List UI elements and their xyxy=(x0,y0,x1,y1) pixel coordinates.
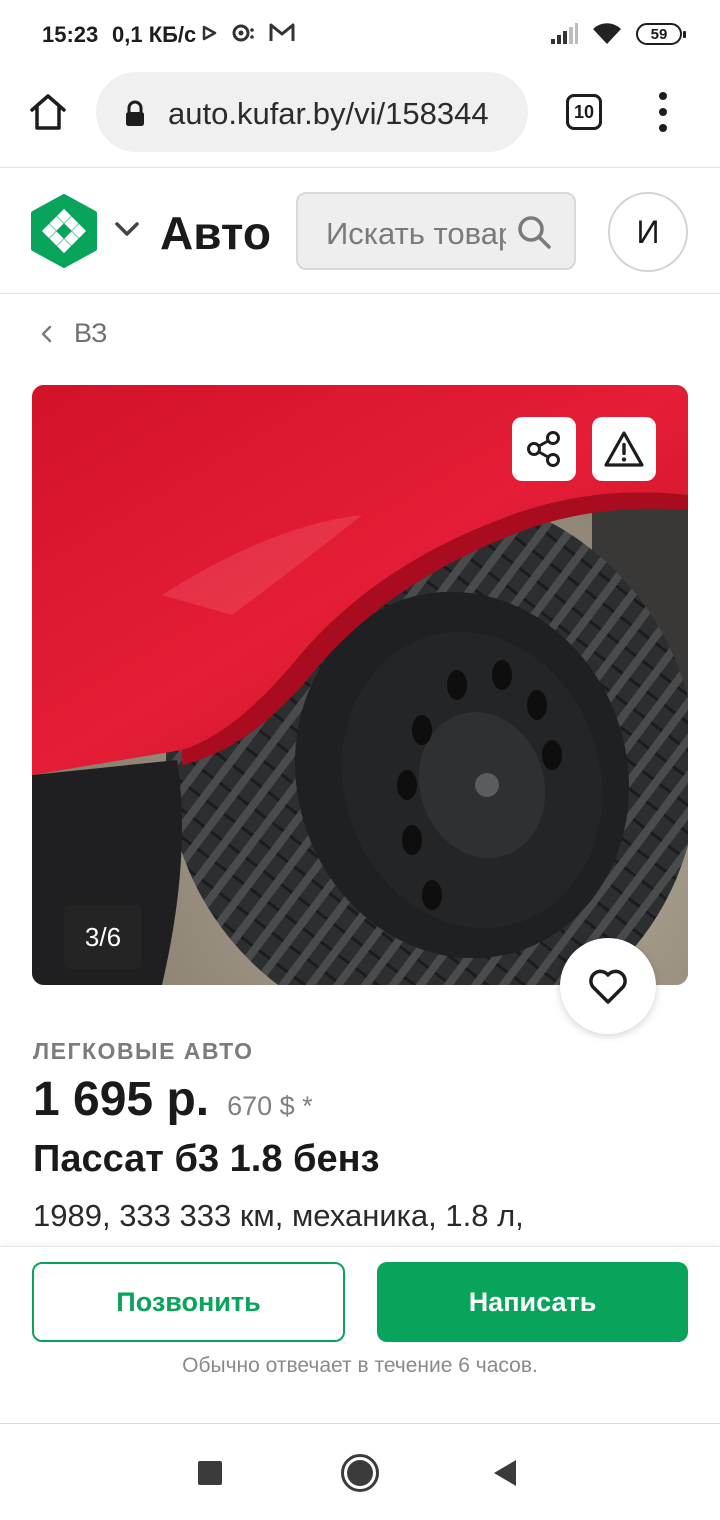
report-button[interactable] xyxy=(592,417,656,481)
status-system-icons: 59 xyxy=(550,22,686,46)
share-icon xyxy=(527,431,560,467)
home-icon[interactable] xyxy=(26,90,70,134)
listing-photo[interactable]: 3/6 xyxy=(32,385,688,985)
reply-time-note: Обычно отвечает в течение 6 часов. xyxy=(182,1354,538,1377)
url-text[interactable]: auto.kufar.by/vi/158344 xyxy=(168,96,489,132)
favorite-button[interactable] xyxy=(560,938,656,1034)
url-bar[interactable]: auto.kufar.by/vi/158344 xyxy=(96,72,528,152)
browser-menu-icon[interactable] xyxy=(650,92,676,132)
recents-icon[interactable] xyxy=(198,1461,222,1485)
heart-icon xyxy=(589,969,627,1004)
status-bar: 15:23 0,1 КБ/с 59 xyxy=(0,0,720,70)
call-button[interactable]: Позвонить xyxy=(32,1262,345,1342)
status-notification-icons xyxy=(202,20,296,46)
back-icon[interactable] xyxy=(494,1460,516,1486)
status-network-speed: 0,1 КБ/с xyxy=(112,22,197,47)
status-time: 15:23 xyxy=(42,22,99,47)
photo-counter: 3/6 xyxy=(64,905,142,969)
signal-icon xyxy=(551,23,578,44)
battery-icon: 59 xyxy=(636,23,686,45)
listing-title: Пассат б3 1.8 бенз xyxy=(33,1138,380,1180)
tab-switcher-button[interactable]: 10 xyxy=(566,94,602,130)
listing-params: 1989, 333 333 км, механика, 1.8 л, xyxy=(33,1198,524,1233)
avatar[interactable]: И xyxy=(608,192,688,272)
breadcrumb[interactable]: ВЗ xyxy=(40,318,107,349)
price: 1 695 р. xyxy=(33,1073,210,1126)
browser-toolbar: auto.kufar.by/vi/158344 10 xyxy=(0,70,720,168)
play-notification-icon xyxy=(202,25,217,41)
write-button[interactable]: Написать xyxy=(377,1262,688,1342)
share-button[interactable] xyxy=(512,417,576,481)
wifi-icon xyxy=(593,23,621,44)
chevron-down-icon[interactable] xyxy=(114,220,140,238)
section-title[interactable]: Авто xyxy=(160,206,271,260)
search-icon[interactable] xyxy=(516,214,552,250)
lock-icon xyxy=(126,100,144,126)
warning-icon xyxy=(604,431,644,467)
home-nav-icon[interactable] xyxy=(341,1454,379,1492)
search-box[interactable] xyxy=(296,192,576,270)
contact-panel: Позвонить Написать Обычно отвечает в теч… xyxy=(0,1246,720,1424)
listing-category: ЛЕГКОВЫЕ АВТО xyxy=(33,1038,254,1064)
vpn-notification-icon xyxy=(232,24,254,42)
mail-notification-icon xyxy=(269,23,295,41)
search-input[interactable] xyxy=(326,216,506,252)
site-header: Авто И xyxy=(0,168,720,294)
price-usd: 670 $ * xyxy=(227,1091,313,1121)
price-row: 1 695 р. 670 $ * xyxy=(33,1072,313,1127)
chevron-left-icon[interactable] xyxy=(40,324,52,344)
system-navigation-bar xyxy=(0,1424,720,1520)
kufar-logo[interactable] xyxy=(30,194,98,268)
car-wheel-photo xyxy=(32,385,688,985)
breadcrumb-label[interactable]: ВЗ xyxy=(74,318,107,349)
